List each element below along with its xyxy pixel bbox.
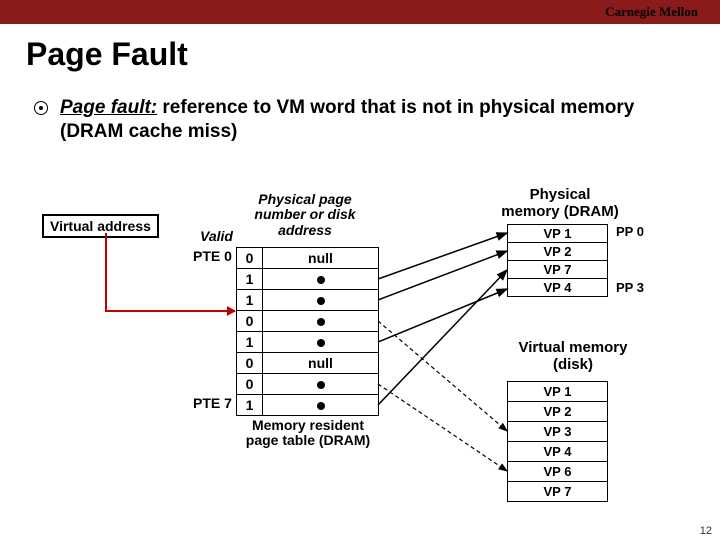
page-number: 12 (700, 525, 712, 537)
pm-frame: VP 4 (508, 279, 608, 297)
ptr-dot (317, 402, 325, 410)
table-row: 0null (237, 353, 379, 374)
table-row: 1 (237, 332, 379, 353)
column-header-ppn: Physical page number or disk address (245, 192, 365, 238)
page-table: 0null 1 1 0 1 0null 0 1 (236, 247, 379, 416)
vm-page: VP 4 (508, 442, 608, 462)
table-row: 1 (237, 290, 379, 311)
virtual-memory-header: Virtual memory (disk) (518, 340, 628, 373)
pm-frame: VP 7 (508, 261, 608, 279)
bullet-icon (34, 101, 48, 115)
table-row: 1 (237, 395, 379, 416)
ptr-dot (317, 381, 325, 389)
virtual-memory-table: VP 1 VP 2 VP 3 VP 4 VP 6 VP 7 (507, 381, 608, 502)
pp3-label: PP 3 (616, 280, 644, 295)
bullet-text: Page fault: reference to VM word that is… (60, 96, 674, 144)
vm-page: VP 3 (508, 422, 608, 442)
term-page-fault: Page fault: (60, 97, 157, 118)
table-row: 0 (237, 374, 379, 395)
vm-page: VP 2 (508, 402, 608, 422)
page-table-caption: Memory resident page table (DRAM) (243, 418, 373, 449)
vm-page: VP 6 (508, 462, 608, 482)
table-row: 0null (237, 248, 379, 269)
vm-page: VP 1 (508, 382, 608, 402)
pte0-label: PTE 0 (193, 248, 232, 264)
virtual-address-box: Virtual address (42, 214, 159, 238)
column-header-valid: Valid (200, 228, 233, 244)
ptr-dot (317, 339, 325, 347)
pm-frame: VP 1 (508, 225, 608, 243)
virtual-address-pointer-head (105, 310, 235, 312)
institution-label: Carnegie Mellon (605, 4, 698, 20)
table-row: 1 (237, 269, 379, 290)
ptr-dot (317, 318, 325, 326)
pte7-label: PTE 7 (193, 395, 232, 411)
pp0-label: PP 0 (616, 224, 644, 239)
virtual-address-pointer (105, 233, 107, 312)
vm-page: VP 7 (508, 482, 608, 502)
page-title: Page Fault (26, 36, 188, 73)
pm-frame: VP 2 (508, 243, 608, 261)
table-row: 0 (237, 311, 379, 332)
physical-memory-header: Physical memory (DRAM) (500, 187, 620, 220)
ptr-dot (317, 297, 325, 305)
physical-memory-table: VP 1 VP 2 VP 7 VP 4 (507, 224, 608, 297)
ptr-dot (317, 276, 325, 284)
bullet-definition: Page fault: reference to VM word that is… (34, 96, 674, 144)
